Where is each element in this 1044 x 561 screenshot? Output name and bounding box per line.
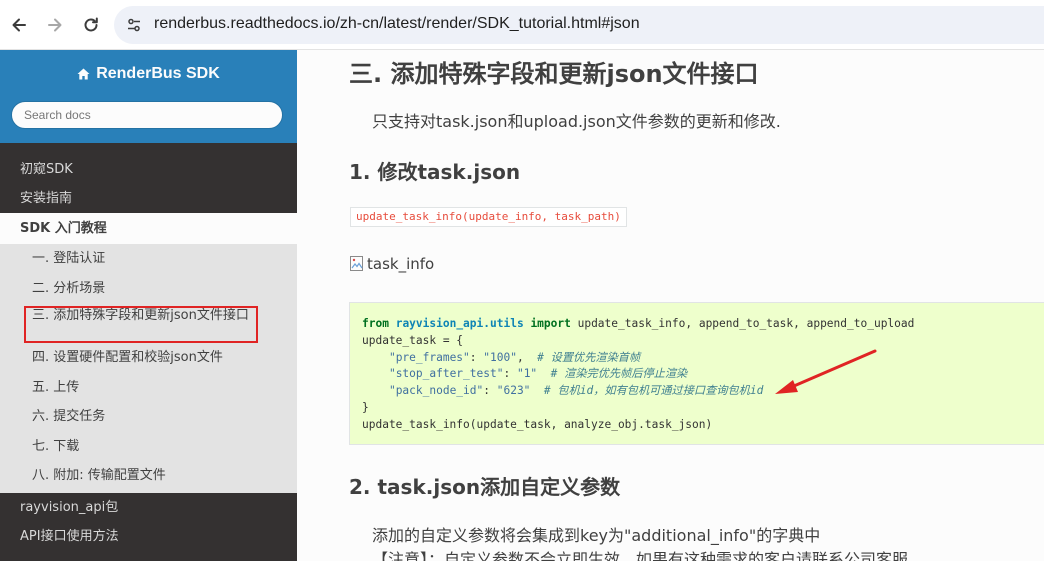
submenu-item-login[interactable]: 一. 登陆认证 bbox=[0, 244, 297, 274]
reload-icon bbox=[84, 17, 98, 32]
submenu-item-upload[interactable]: 五. 上传 bbox=[0, 373, 297, 403]
tutorial-submenu: 一. 登陆认证 二. 分析场景 三. 添加特殊字段和更新json文件接口 四. … bbox=[0, 244, 297, 493]
inline-code: update_task_info(update_info, task_path) bbox=[350, 207, 627, 227]
code-block: from rayvision_api.utils import update_t… bbox=[349, 302, 1044, 445]
home-icon bbox=[77, 68, 90, 80]
main-content: 三. 添加特殊字段和更新json文件接口 只支持对task.json和uploa… bbox=[297, 50, 1044, 561]
address-bar[interactable]: renderbus.readthedocs.io/zh-cn/latest/re… bbox=[114, 6, 1044, 44]
site-info-button[interactable] bbox=[122, 13, 146, 37]
highlight-box bbox=[24, 306, 258, 343]
image-alt-text: task_info bbox=[367, 255, 435, 273]
url-text[interactable]: renderbus.readthedocs.io/zh-cn/latest/re… bbox=[154, 15, 640, 33]
brand-title: RenderBus SDK bbox=[96, 65, 220, 82]
sidebar-header: RenderBus SDK bbox=[0, 50, 297, 143]
back-button[interactable] bbox=[6, 12, 32, 38]
custom-params-paragraph: 添加的自定义参数将会集成到key为"additional_info"的字典中 bbox=[372, 526, 821, 545]
section-heading-modify-task: 1. 修改task.json bbox=[349, 160, 521, 184]
submenu-item-update-json[interactable]: 三. 添加特殊字段和更新json文件接口 bbox=[0, 303, 297, 343]
submenu-item-transfer-config[interactable]: 八. 附加: 传输配置文件 bbox=[0, 461, 297, 491]
arrow-right-icon bbox=[48, 18, 62, 32]
page-title: 三. 添加特殊字段和更新json文件接口 bbox=[349, 60, 759, 88]
tune-icon bbox=[128, 18, 140, 32]
broken-image-icon bbox=[350, 256, 363, 271]
menu-item-install[interactable]: 安装指南 bbox=[0, 184, 297, 213]
menu-item-api-package[interactable]: rayvision_api包 bbox=[0, 493, 297, 522]
section-heading-custom-params: 2. task.json添加自定义参数 bbox=[349, 475, 621, 499]
broken-image: task_info bbox=[349, 255, 434, 273]
arrow-left-icon bbox=[12, 18, 26, 32]
notice-paragraph: 【注意】：自定义参数不会立即生效，如果有这种需求的客户请联系公司客服。 bbox=[372, 550, 925, 561]
red-arrow-annotation bbox=[775, 349, 877, 394]
menu-item-api-usage[interactable]: API接口使用方法 bbox=[0, 522, 297, 551]
search-input[interactable] bbox=[11, 101, 283, 129]
brand-link[interactable]: RenderBus SDK bbox=[0, 65, 297, 83]
sidebar-menu: 初窥SDK 安装指南 SDK 入门教程 一. 登陆认证 二. 分析场景 三. 添… bbox=[0, 155, 297, 551]
submenu-item-download[interactable]: 七. 下载 bbox=[0, 432, 297, 462]
reload-button[interactable] bbox=[78, 12, 104, 38]
menu-item-intro[interactable]: 初窥SDK bbox=[0, 155, 297, 184]
menu-item-tutorial[interactable]: SDK 入门教程 bbox=[0, 213, 297, 244]
intro-paragraph: 只支持对task.json和upload.json文件参数的更新和修改. bbox=[372, 112, 781, 131]
docs-sidebar: RenderBus SDK 初窥SDK 安装指南 SDK 入门教程 一. 登陆认… bbox=[0, 50, 297, 561]
browser-toolbar: renderbus.readthedocs.io/zh-cn/latest/re… bbox=[0, 0, 1044, 50]
submenu-item-analyze[interactable]: 二. 分析场景 bbox=[0, 274, 297, 304]
submenu-item-submit[interactable]: 六. 提交任务 bbox=[0, 402, 297, 432]
submenu-item-hardware[interactable]: 四. 设置硬件配置和校验json文件 bbox=[0, 343, 297, 373]
forward-button[interactable] bbox=[42, 12, 68, 38]
